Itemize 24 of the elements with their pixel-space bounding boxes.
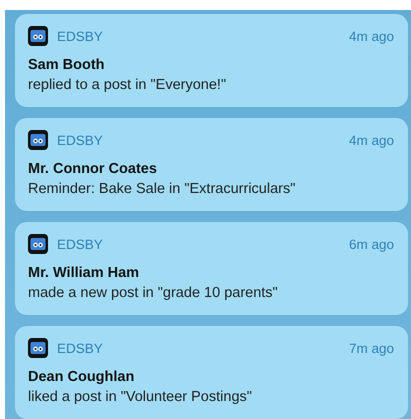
sender-name: Dean Coughlan <box>28 369 136 385</box>
sender-name: Sam Booth <box>28 57 106 73</box>
notification-message: replied to a post in "Everyone!" <box>28 77 228 93</box>
app-icon <box>28 26 48 46</box>
app-icon <box>28 130 48 150</box>
app-name: EDSBY <box>57 340 103 356</box>
sender-name: Mr. Connor Coates <box>28 161 158 177</box>
notification-message: Reminder: Bake Sale in "Extracurriculars" <box>28 181 296 197</box>
notification-card[interactable]: EDSBY 7m ago Dean Coughlan liked a post in "Volunteer Postings" <box>15 326 408 419</box>
notification-message: made a new post in "grade 10 parents" <box>28 285 279 301</box>
app-icon <box>28 338 48 358</box>
app-name: EDSBY <box>57 236 103 252</box>
notification-card[interactable]: EDSBY 6m ago Mr. William Ham made a new post in "grade 10 parents" <box>15 222 408 315</box>
app-name: EDSBY <box>57 28 103 44</box>
timestamp: 4m ago <box>348 132 394 148</box>
app-icon <box>28 234 48 254</box>
notification-message: liked a post in "Volunteer Postings" <box>28 389 253 405</box>
timestamp: 6m ago <box>348 236 394 252</box>
notification-card[interactable]: EDSBY 4m ago Mr. Connor Coates Reminder: Bake Sale in "Extracurriculars" <box>15 118 408 211</box>
timestamp: 4m ago <box>348 28 394 44</box>
notification-card[interactable]: EDSBY 4m ago Sam Booth replied to a post in "Everyone!" <box>15 14 408 107</box>
timestamp: 7m ago <box>348 340 394 356</box>
app-name: EDSBY <box>57 132 103 148</box>
sender-name: Mr. William Ham <box>28 265 140 281</box>
